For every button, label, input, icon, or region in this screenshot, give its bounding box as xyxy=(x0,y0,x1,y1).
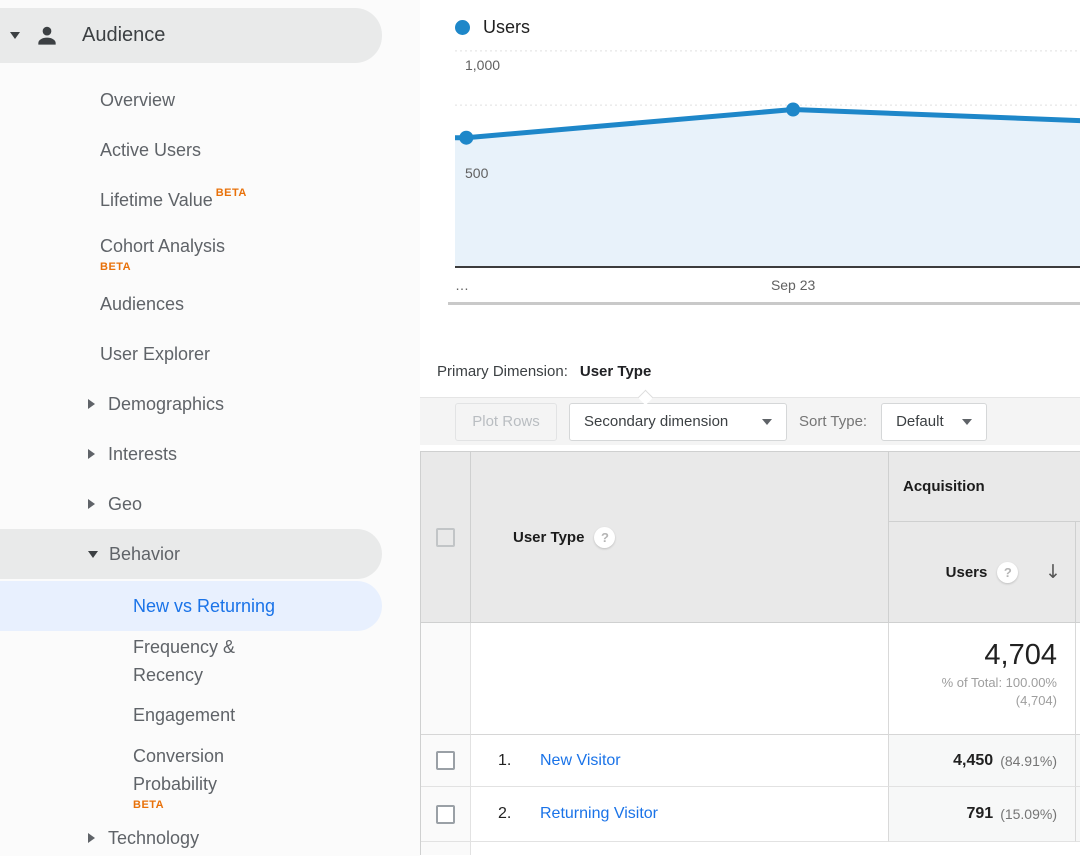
summary-checkbox-cell xyxy=(421,623,471,735)
beta-badge: BETA xyxy=(100,261,131,273)
help-icon[interactable]: ? xyxy=(594,527,615,548)
users-chart: Users 1,000 500 … Sep 23 xyxy=(420,0,1080,305)
primary-dimension-tab-user-type[interactable]: User Type xyxy=(580,363,651,380)
table-footer xyxy=(471,842,1080,855)
ga-audience-screen: Audience Overview Active Users Lifetime … xyxy=(0,0,1080,856)
header-checkbox-cell xyxy=(421,452,471,623)
audience-person-icon xyxy=(34,23,60,49)
report-content: Users 1,000 500 … Sep 23 Primary Dimension… xyxy=(420,0,1080,856)
chevron-down-icon xyxy=(962,419,972,425)
row-checkbox[interactable] xyxy=(436,751,455,770)
chevron-right-icon xyxy=(88,833,95,843)
sidebar-item-new-vs-returning[interactable]: New vs Returning xyxy=(0,581,382,631)
pct-of-total: % of Total: 100.00% xyxy=(942,675,1057,690)
chevron-right-icon xyxy=(88,449,95,459)
sidebar-items: Overview Active Users Lifetime ValueBETA… xyxy=(0,75,420,856)
x-axis-labels: … Sep 23 xyxy=(455,268,1080,302)
chart-legend: Users xyxy=(420,0,1080,40)
collapse-arrow-icon xyxy=(10,32,20,39)
sidebar-item-geo[interactable]: Geo xyxy=(0,479,420,529)
report-table: User Type ? Acquisition Users ? ↓ 4,704 … xyxy=(420,451,1080,855)
acquisition-group-header: Acquisition xyxy=(889,452,1080,522)
sidebar-section-label: Audience xyxy=(82,24,165,47)
row-index: 1. xyxy=(498,752,540,770)
sidebar-section-audience[interactable]: Audience xyxy=(0,8,382,63)
sidebar-item-behavior[interactable]: Behavior xyxy=(0,529,382,579)
users-column-header[interactable]: Users ? ↓ xyxy=(889,522,1076,623)
users-total: 4,704 xyxy=(984,639,1057,672)
sort-desc-icon[interactable]: ↓ xyxy=(1045,561,1061,583)
table-row: 1. New Visitor xyxy=(471,735,889,787)
sort-type-label: Sort Type: xyxy=(799,413,867,430)
summary-users-cell: 4,704 % of Total: 100.00% (4,704) xyxy=(889,623,1076,735)
secondary-dimension-dropdown[interactable]: Secondary dimension xyxy=(569,403,787,441)
dimension-column-header: User Type ? xyxy=(471,452,889,623)
sidebar-item-lifetime-value[interactable]: Lifetime ValueBETA xyxy=(0,175,420,225)
legend-label: Users xyxy=(483,17,530,38)
x-axis-label: … xyxy=(455,277,469,293)
table-row: 2. Returning Visitor xyxy=(471,787,889,842)
row-link-new-visitor[interactable]: New Visitor xyxy=(540,752,621,770)
sidebar-item-active-users[interactable]: Active Users xyxy=(0,125,420,175)
sidebar-item-engagement[interactable]: Engagement xyxy=(0,691,420,739)
sidebar-item-demographics[interactable]: Demographics xyxy=(0,379,420,429)
sidebar-item-audiences[interactable]: Audiences xyxy=(0,279,420,329)
select-all-checkbox[interactable] xyxy=(436,528,455,547)
sidebar-item-cohort-analysis[interactable]: Cohort Analysis BETA xyxy=(0,225,420,279)
sidebar-item-conversion-probability[interactable]: Conversion Probability BETA xyxy=(0,739,420,813)
primary-dimension-row: Primary Dimension: User Type xyxy=(420,345,1080,397)
y-axis-label: 1,000 xyxy=(465,57,500,73)
chart-timeline-divider xyxy=(448,302,1080,305)
row-checkbox-cell xyxy=(421,735,471,787)
pct-of-total-value: (4,704) xyxy=(1016,693,1057,708)
primary-dimension-label: Primary Dimension: xyxy=(437,363,568,380)
chevron-down-icon xyxy=(762,419,772,425)
chevron-right-icon xyxy=(88,499,95,509)
row-index: 2. xyxy=(498,805,540,823)
sidebar-item-technology[interactable]: Technology xyxy=(0,813,420,856)
x-axis-label: Sep 23 xyxy=(771,277,815,293)
series-dot-icon xyxy=(455,20,470,35)
chart-plot-area: 1,000 500 xyxy=(455,40,1080,268)
sidebar-item-frequency-recency[interactable]: Frequency & Recency xyxy=(0,631,420,691)
beta-badge: BETA xyxy=(216,187,247,199)
sidebar: Audience Overview Active Users Lifetime … xyxy=(0,0,420,856)
report-toolbar: Plot Rows Secondary dimension Sort Type:… xyxy=(420,397,1080,445)
row-link-returning-visitor[interactable]: Returning Visitor xyxy=(540,805,658,823)
row-users-cell: 791 (15.09%) xyxy=(889,787,1076,842)
y-axis-label: 500 xyxy=(465,165,488,181)
row-users-cell: 4,450 (84.91%) xyxy=(889,735,1076,787)
users-line-chart xyxy=(455,40,1080,268)
beta-badge: BETA xyxy=(133,799,164,811)
row-sliver xyxy=(1076,787,1080,842)
chevron-right-icon xyxy=(88,399,95,409)
sort-type-dropdown[interactable]: Default xyxy=(881,403,987,441)
sidebar-item-user-explorer[interactable]: User Explorer xyxy=(0,329,420,379)
row-sliver xyxy=(1076,735,1080,787)
row-checkbox[interactable] xyxy=(436,805,455,824)
summary-sliver xyxy=(1076,623,1080,735)
chevron-down-icon xyxy=(88,551,98,558)
row-checkbox-cell xyxy=(421,787,471,842)
sidebar-item-interests[interactable]: Interests xyxy=(0,429,420,479)
plot-rows-button[interactable]: Plot Rows xyxy=(455,403,557,441)
help-icon[interactable]: ? xyxy=(997,562,1018,583)
summary-dimension-cell xyxy=(471,623,889,735)
sidebar-item-overview[interactable]: Overview xyxy=(0,75,420,125)
table-footer xyxy=(421,842,471,855)
next-column-sliver xyxy=(1076,522,1080,623)
